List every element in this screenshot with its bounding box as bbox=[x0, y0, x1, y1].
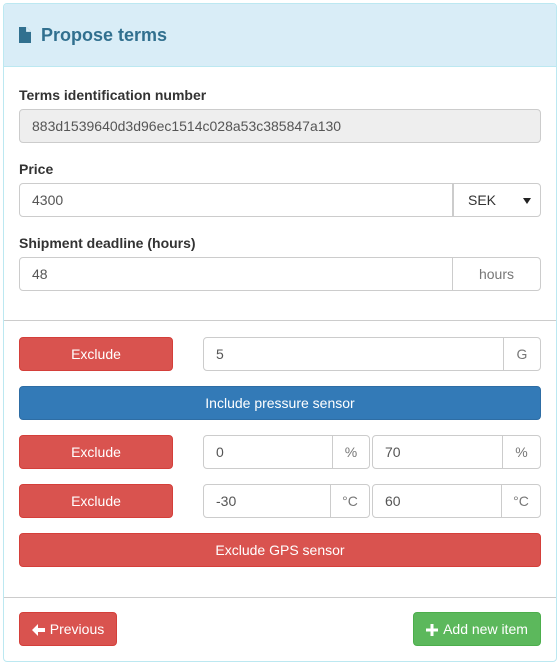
footer-divider bbox=[4, 597, 556, 598]
add-new-item-button-label: Add new item bbox=[443, 621, 528, 637]
add-new-item-button[interactable]: Add new item bbox=[413, 612, 541, 646]
exclude-humidity-button[interactable]: Exclude bbox=[19, 435, 173, 469]
humidity-max-unit-addon: % bbox=[502, 435, 541, 469]
document-icon bbox=[19, 27, 31, 43]
terms-id-field: 883d1539640d3d96ec1514c028a53c385847a130 bbox=[19, 109, 541, 143]
temperature-max-unit-addon: °C bbox=[501, 484, 541, 518]
hours-unit-addon: hours bbox=[452, 257, 541, 291]
arrow-left-icon bbox=[31, 624, 45, 637]
plus-icon bbox=[426, 624, 439, 637]
chevron-down-icon bbox=[523, 198, 531, 204]
humidity-max-input[interactable]: 70 bbox=[372, 435, 503, 469]
humidity-min-unit-addon: % bbox=[332, 435, 370, 469]
temperature-min-input[interactable]: -30 bbox=[203, 484, 331, 518]
price-label: Price bbox=[19, 161, 54, 177]
terms-id-label: Terms identification number bbox=[19, 87, 207, 103]
exclude-acceleration-button[interactable]: Exclude bbox=[19, 337, 173, 371]
deadline-input[interactable]: 48 bbox=[19, 257, 453, 291]
acceleration-threshold-input[interactable]: 5 bbox=[203, 337, 504, 371]
exclude-temperature-button[interactable]: Exclude bbox=[19, 484, 173, 518]
currency-select[interactable]: SEK bbox=[453, 183, 541, 217]
temperature-min-unit-addon: °C bbox=[330, 484, 370, 518]
humidity-min-input[interactable]: 0 bbox=[203, 435, 333, 469]
deadline-label: Shipment deadline (hours) bbox=[19, 235, 196, 251]
price-input[interactable]: 4300 bbox=[19, 183, 453, 217]
panel-title: Propose terms bbox=[41, 25, 168, 45]
exclude-gps-sensor-button[interactable]: Exclude GPS sensor bbox=[19, 533, 541, 567]
temperature-max-input[interactable]: 60 bbox=[372, 484, 502, 518]
propose-terms-panel: Propose terms Terms identification numbe… bbox=[3, 3, 557, 662]
previous-button-label: Previous bbox=[49, 621, 105, 637]
acceleration-unit-addon: G bbox=[503, 337, 541, 371]
currency-value: SEK bbox=[468, 192, 497, 208]
panel-heading: Propose terms bbox=[4, 4, 556, 67]
section-divider bbox=[4, 320, 556, 321]
previous-button[interactable]: Previous bbox=[19, 612, 117, 646]
include-pressure-sensor-button[interactable]: Include pressure sensor bbox=[19, 386, 541, 420]
